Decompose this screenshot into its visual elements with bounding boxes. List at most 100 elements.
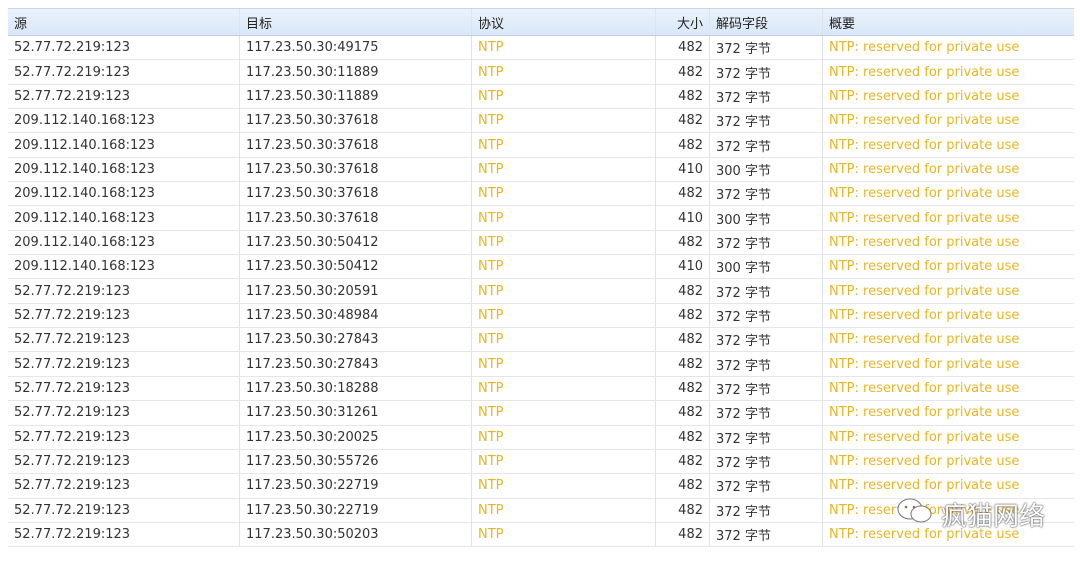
cell-decoded: 300 字节 [710, 157, 823, 182]
cell-decoded: 372 字节 [710, 36, 823, 60]
cell-source: 52.77.72.219:123 [8, 376, 240, 401]
cell-decoded: 300 字节 [710, 206, 823, 230]
cell-destination: 117.23.50.30:48984 [240, 303, 472, 328]
cell-protocol: NTP [472, 133, 656, 157]
cell-size: 482 [656, 84, 710, 109]
cell-destination: 117.23.50.30:31261 [240, 401, 472, 425]
cell-size: 482 [656, 522, 710, 547]
cell-summary: NTP: reserved for private use [829, 283, 1020, 299]
table-row[interactable]: 52.77.72.219:123 117.23.50.30:27843 NTP 482… [8, 328, 1074, 353]
cell-size: 482 [656, 352, 710, 376]
table-row[interactable]: 52.77.72.219:123 117.23.50.30:27843 NTP 482… [8, 352, 1074, 377]
cell-source: 52.77.72.219:123 [8, 279, 240, 303]
table-row[interactable]: 52.77.72.219:123 117.23.50.30:48984 NTP 482… [8, 303, 1074, 329]
cell-size: 482 [656, 328, 710, 352]
watermark: 疯猫网络 [895, 496, 1045, 533]
cell-source: 52.77.72.219:123 [8, 60, 240, 84]
cell-destination: 117.23.50.30:37618 [240, 206, 472, 230]
table-row[interactable]: 52.77.72.219:123 117.23.50.30:31261 NTP 482… [8, 401, 1074, 426]
cell-protocol: NTP [472, 303, 656, 328]
cell-summary: NTP: reserved for private use [829, 332, 1020, 348]
table-row[interactable]: 209.112.140.168:123 117.23.50.30:37618 NTP… [8, 182, 1074, 207]
wechat-icon [895, 496, 935, 533]
cell-protocol: NTP [472, 498, 656, 522]
cell-destination: 117.23.50.30:20591 [240, 279, 472, 303]
table-row[interactable]: 209.112.140.168:123 117.23.50.30:37618 NTP… [8, 109, 1074, 134]
cell-destination: 117.23.50.30:37618 [240, 157, 472, 182]
cell-protocol: NTP [472, 522, 656, 547]
cell-decoded: 372 字节 [710, 230, 823, 255]
cell-summary: NTP: reserved for private use [829, 137, 1020, 153]
table-row[interactable]: 209.112.140.168:123 117.23.50.30:37618 NTP… [8, 206, 1074, 231]
cell-source: 52.77.72.219:123 [8, 522, 240, 547]
cell-protocol: NTP [472, 425, 656, 449]
cell-size: 410 [656, 157, 710, 182]
cell-size: 482 [656, 36, 710, 60]
column-header-source[interactable]: 源 [8, 9, 240, 35]
cell-summary: NTP: reserved for private use [829, 234, 1020, 250]
table-row[interactable]: 52.77.72.219:123 117.23.50.30:11889 NTP 482… [8, 84, 1074, 110]
cell-destination: 117.23.50.30:37618 [240, 182, 472, 206]
cell-summary: NTP: reserved for private use [829, 113, 1020, 129]
cell-destination: 117.23.50.30:11889 [240, 84, 472, 109]
table-row[interactable]: 209.112.140.168:123 117.23.50.30:37618 NTP… [8, 157, 1074, 183]
cell-decoded: 372 字节 [710, 109, 823, 133]
cell-protocol: NTP [472, 279, 656, 303]
table-row[interactable]: 52.77.72.219:123 117.23.50.30:20591 NTP 482… [8, 279, 1074, 304]
cell-destination: 117.23.50.30:50203 [240, 522, 472, 547]
table-row[interactable]: 209.112.140.168:123 117.23.50.30:50412 NTP… [8, 255, 1074, 280]
column-header-decoded[interactable]: 解码字段 [710, 9, 823, 35]
cell-decoded: 372 字节 [710, 498, 823, 522]
cell-protocol: NTP [472, 474, 656, 498]
column-header-summary[interactable]: 概要 [823, 9, 1074, 35]
cell-size: 482 [656, 425, 710, 449]
cell-source: 52.77.72.219:123 [8, 352, 240, 376]
column-header-destination[interactable]: 目标 [240, 9, 472, 35]
table-body: 52.77.72.219:123 117.23.50.30:49175 NTP 482… [8, 36, 1074, 548]
table-row[interactable]: 209.112.140.168:123 117.23.50.30:37618 NTP… [8, 133, 1074, 158]
table-row[interactable]: 52.77.72.219:123 117.23.50.30:22719 NTP 482… [8, 474, 1074, 499]
cell-source: 52.77.72.219:123 [8, 425, 240, 449]
cell-protocol: NTP [472, 376, 656, 401]
table-row[interactable]: 52.77.72.219:123 117.23.50.30:18288 NTP 482… [8, 376, 1074, 402]
cell-source: 52.77.72.219:123 [8, 401, 240, 425]
cell-destination: 117.23.50.30:37618 [240, 109, 472, 133]
table-row[interactable]: 52.77.72.219:123 117.23.50.30:20025 NTP 482… [8, 425, 1074, 450]
cell-summary: NTP: reserved for private use [829, 405, 1020, 421]
cell-destination: 117.23.50.30:27843 [240, 328, 472, 352]
cell-source: 209.112.140.168:123 [8, 157, 240, 182]
cell-protocol: NTP [472, 328, 656, 352]
cell-source: 52.77.72.219:123 [8, 449, 240, 474]
cell-source: 52.77.72.219:123 [8, 498, 240, 522]
column-header-protocol[interactable]: 协议 [472, 9, 656, 35]
cell-destination: 117.23.50.30:37618 [240, 133, 472, 157]
cell-size: 482 [656, 279, 710, 303]
table-row[interactable]: 209.112.140.168:123 117.23.50.30:50412 NTP… [8, 230, 1074, 256]
cell-destination: 117.23.50.30:11889 [240, 60, 472, 84]
cell-destination: 117.23.50.30:20025 [240, 425, 472, 449]
cell-size: 410 [656, 206, 710, 230]
cell-protocol: NTP [472, 230, 656, 255]
cell-destination: 117.23.50.30:55726 [240, 449, 472, 474]
cell-summary: NTP: reserved for private use [829, 210, 1020, 226]
cell-protocol: NTP [472, 60, 656, 84]
cell-size: 410 [656, 255, 710, 279]
cell-decoded: 372 字节 [710, 303, 823, 328]
cell-source: 209.112.140.168:123 [8, 109, 240, 133]
column-header-size[interactable]: 大小 [656, 9, 710, 35]
cell-summary: NTP: reserved for private use [829, 307, 1020, 323]
table-row[interactable]: 52.77.72.219:123 117.23.50.30:11889 NTP 482… [8, 60, 1074, 85]
cell-summary: NTP: reserved for private use [829, 186, 1020, 202]
cell-protocol: NTP [472, 182, 656, 206]
cell-protocol: NTP [472, 157, 656, 182]
cell-summary: NTP: reserved for private use [829, 64, 1020, 80]
cell-summary: NTP: reserved for private use [829, 429, 1020, 445]
cell-decoded: 372 字节 [710, 401, 823, 425]
table-row[interactable]: 52.77.72.219:123 117.23.50.30:49175 NTP 482… [8, 36, 1074, 61]
cell-protocol: NTP [472, 84, 656, 109]
cell-decoded: 372 字节 [710, 60, 823, 84]
cell-source: 52.77.72.219:123 [8, 36, 240, 60]
cell-destination: 117.23.50.30:22719 [240, 474, 472, 498]
table-row[interactable]: 52.77.72.219:123 117.23.50.30:55726 NTP 482… [8, 449, 1074, 475]
cell-size: 482 [656, 449, 710, 474]
